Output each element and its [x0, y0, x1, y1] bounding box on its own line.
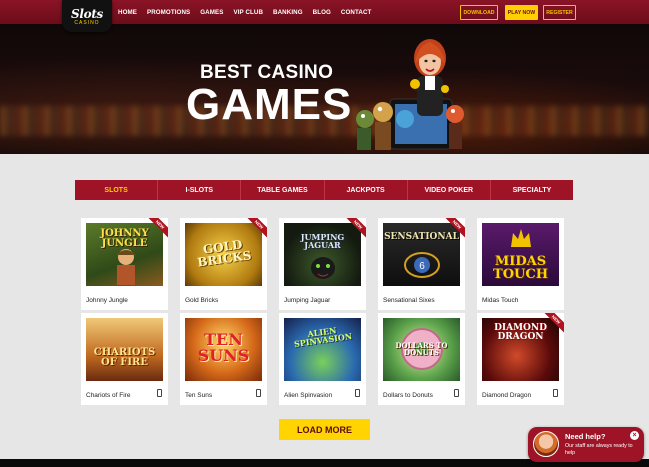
game-art-title: TEN SUNS: [197, 330, 250, 365]
nav-home[interactable]: HOME: [118, 9, 137, 16]
hero-mascot-illustration: [356, 39, 464, 150]
hero-banner: BEST CASINO GAMES: [0, 24, 649, 154]
new-ribbon: NEW: [344, 218, 366, 240]
game-thumbnail[interactable]: DOLLARS TO DONUTS: [383, 318, 460, 381]
game-art-title: ALIEN SPINVASION: [293, 325, 353, 349]
support-avatar: [533, 431, 559, 457]
game-thumbnail[interactable]: ALIEN SPINVASION: [284, 318, 361, 381]
nav-promotions[interactable]: PROMOTIONS: [147, 9, 190, 16]
game-card-ten-suns[interactable]: TEN SUNS Ten Suns: [180, 313, 267, 405]
tab-video-poker[interactable]: VIDEO POKER: [408, 180, 491, 200]
game-name: Sensational Sixes: [383, 297, 435, 304]
new-ribbon: NEW: [542, 313, 564, 335]
logo-subtitle: CASINO: [74, 19, 100, 26]
site-logo[interactable]: Slots CASINO: [62, 0, 112, 32]
game-thumbnail[interactable]: MIDAS TOUCH: [482, 223, 559, 286]
tab-jackpots[interactable]: JACKPOTS: [325, 180, 408, 200]
register-button[interactable]: REGISTER: [543, 5, 576, 20]
nav-games[interactable]: GAMES: [200, 9, 223, 16]
nav-blog[interactable]: BLOG: [313, 9, 331, 16]
game-card-jumping-jaguar[interactable]: JUMPING JAGUAR NEW Jumping Jaguar: [279, 218, 366, 310]
download-button[interactable]: DOWNLOAD: [460, 5, 498, 20]
game-card-alien-spinvasion[interactable]: ALIEN SPINVASION Alien Spinvasion: [279, 313, 366, 405]
tab-table-games[interactable]: TABLE GAMES: [241, 180, 325, 200]
game-art-title: MIDAS TOUCH: [493, 254, 548, 282]
hero-title: GAMES: [186, 80, 353, 129]
nav-vip-club[interactable]: VIP CLUB: [233, 9, 263, 16]
mobile-icon: [355, 389, 360, 397]
help-chat-widget[interactable]: Need help? Our staff are always ready to…: [528, 427, 644, 462]
game-category-tabs: SLOTS I-SLOTS TABLE GAMES JACKPOTS VIDEO…: [75, 180, 573, 200]
mobile-icon: [553, 389, 558, 397]
game-name: Johnny Jungle: [86, 297, 128, 304]
game-card-sensational-sixes[interactable]: SENSATIONAL 6 NEW Sensational Sixes: [378, 218, 465, 310]
play-now-button[interactable]: PLAY NOW: [505, 5, 538, 20]
game-name: Jumping Jaguar: [284, 297, 331, 304]
game-card-dollars-to-donuts[interactable]: DOLLARS TO DONUTS Dollars to Donuts: [378, 313, 465, 405]
tab-slots[interactable]: SLOTS: [75, 180, 159, 200]
game-card-diamond-dragon[interactable]: DIAMOND DRAGON NEW Diamond Dragon: [477, 313, 564, 405]
game-name: Alien Spinvasion: [284, 392, 333, 399]
help-title: Need help?: [565, 432, 606, 441]
help-text: Our staff are always ready to help: [565, 443, 633, 456]
game-name: Dollars to Donuts: [383, 392, 433, 399]
game-art-title: DOLLARS TO DONUTS: [395, 341, 448, 357]
new-ribbon: NEW: [443, 218, 465, 240]
game-card-chariots-of-fire[interactable]: CHARIOTS OF FIRE Chariots of Fire: [81, 313, 168, 405]
game-name: Gold Bricks: [185, 297, 219, 304]
logo-wordmark: Slots: [70, 6, 104, 21]
load-more-button[interactable]: LOAD MORE: [279, 419, 370, 440]
tab-i-slots[interactable]: I-SLOTS: [158, 180, 242, 200]
svg-text:6: 6: [419, 261, 425, 272]
tab-specialty[interactable]: SPECIALTY: [491, 180, 573, 200]
main-nav: HOME PROMOTIONS GAMES VIP CLUB BANKING B…: [118, 0, 381, 24]
game-art-title: GOLD BRICKS: [196, 237, 253, 270]
game-thumbnail[interactable]: TEN SUNS: [185, 318, 262, 381]
mobile-icon: [454, 389, 459, 397]
game-art-title: CHARIOTS OF FIRE: [93, 347, 156, 368]
game-card-midas-touch[interactable]: MIDAS TOUCH Midas Touch: [477, 218, 564, 310]
game-card-johnny-jungle[interactable]: JOHNNY JUNGLE NEW Johnny Jungle: [81, 218, 168, 310]
game-name: Midas Touch: [482, 297, 519, 304]
game-name: Ten Suns: [185, 392, 213, 399]
game-card-gold-bricks[interactable]: GOLD BRICKS NEW Gold Bricks: [180, 218, 267, 310]
nav-contact[interactable]: CONTACT: [341, 9, 372, 16]
game-thumbnail[interactable]: CHARIOTS OF FIRE: [86, 318, 163, 381]
mobile-icon: [157, 389, 162, 397]
mobile-icon: [256, 389, 261, 397]
game-name: Chariots of Fire: [86, 392, 131, 399]
new-ribbon: NEW: [146, 218, 168, 240]
new-ribbon: NEW: [245, 218, 267, 240]
nav-banking[interactable]: BANKING: [273, 9, 303, 16]
game-name: Diamond Dragon: [482, 392, 532, 399]
close-icon[interactable]: ×: [630, 431, 639, 440]
